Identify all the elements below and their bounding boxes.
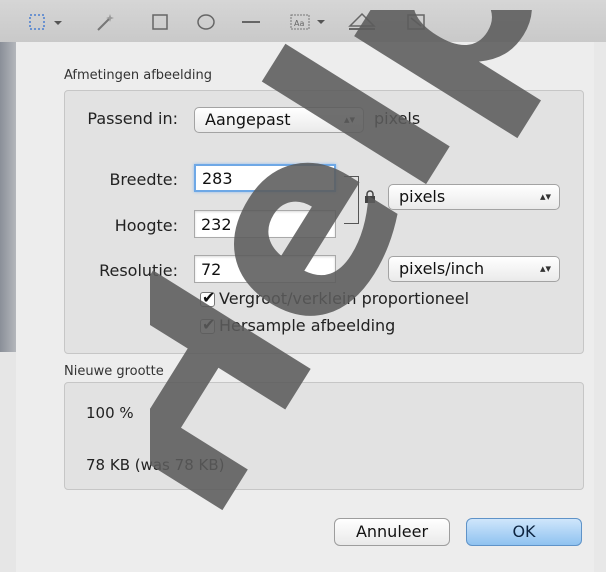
height-field[interactable]: 232 — [194, 210, 336, 238]
resample-label: Hersample afbeelding — [219, 316, 396, 335]
fit-label: Passend in: — [87, 109, 178, 128]
proportion-bracket — [344, 176, 359, 224]
shape-style-icon[interactable] — [346, 12, 378, 32]
size-section-title: Afmetingen afbeelding — [64, 68, 212, 83]
resample-checkbox[interactable]: ✔ — [200, 315, 215, 334]
window-edge — [593, 42, 606, 572]
size-unit-popup[interactable]: pixels ▴▾ — [388, 184, 560, 210]
new-size-percent: 100 % — [86, 404, 134, 422]
checkmark-icon: ✔ — [202, 315, 216, 334]
resolution-field[interactable]: 72 — [194, 255, 336, 283]
rectangle-icon[interactable] — [148, 12, 172, 32]
text-box-icon[interactable]: Aa — [288, 12, 332, 32]
new-size-filesize: 78 KB (was 78 KB) — [86, 456, 225, 474]
width-label: Breedte: — [109, 170, 178, 189]
lock-icon — [364, 189, 376, 208]
fit-popup[interactable]: Aangepast ▴▾ — [194, 107, 364, 133]
image-size-dialog: Afmetingen afbeelding Passend in: Aangep… — [16, 42, 594, 572]
fit-value: Aangepast — [205, 110, 291, 129]
scale-proportional-label: Vergroot/verklein proportioneel — [219, 289, 470, 308]
ok-button[interactable]: OK — [466, 518, 582, 546]
resolution-unit-value: pixels/inch — [399, 259, 485, 278]
toolbar: Aa — [0, 0, 606, 43]
select-marquee-icon[interactable] — [24, 12, 68, 32]
width-field[interactable]: 283 — [194, 164, 336, 192]
new-size-section-title: Nieuwe grootte — [64, 364, 164, 379]
background-window-strip-lower — [0, 352, 16, 572]
ellipse-icon[interactable] — [194, 12, 218, 32]
background-window-strip — [0, 42, 16, 352]
size-unit-value: pixels — [399, 187, 446, 206]
resize-icon[interactable] — [404, 12, 428, 32]
popup-arrows-icon: ▴▾ — [539, 190, 551, 203]
resolution-unit-popup[interactable]: pixels/inch ▴▾ — [388, 256, 560, 282]
popup-arrows-icon: ▴▾ — [539, 262, 551, 275]
popup-arrows-icon: ▴▾ — [343, 113, 355, 126]
checkmark-icon: ✔ — [202, 288, 216, 307]
svg-text:Aa: Aa — [294, 19, 304, 28]
cancel-button[interactable]: Annuleer — [334, 518, 450, 546]
magic-wand-icon[interactable] — [92, 12, 120, 32]
height-label: Hoogte: — [114, 216, 178, 235]
resolution-label: Resolutie: — [99, 261, 178, 280]
line-icon[interactable] — [238, 12, 264, 32]
fit-unit-label: pixels — [374, 109, 421, 128]
scale-proportional-checkbox[interactable]: ✔ — [200, 288, 215, 307]
